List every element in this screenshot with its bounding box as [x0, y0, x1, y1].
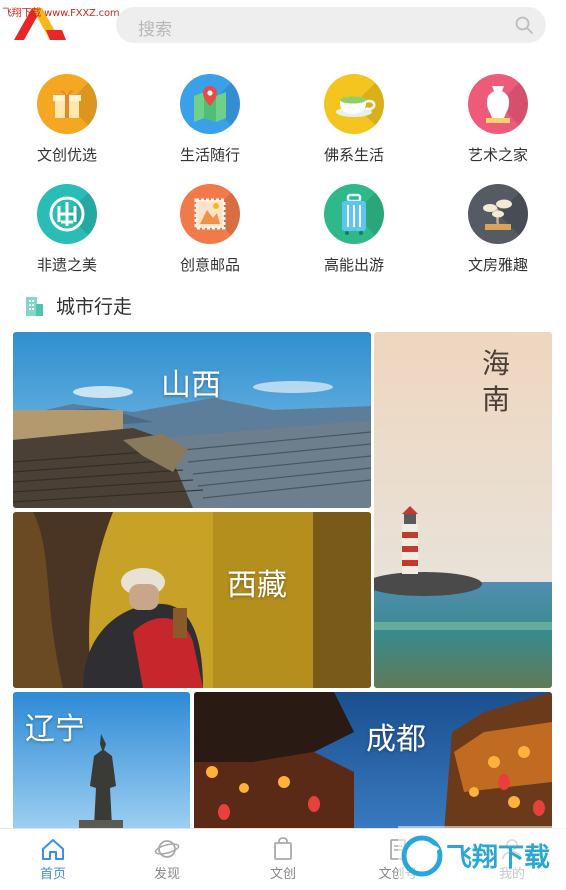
watermark-text: 飞翔下载 www.FXXZ.com: [2, 8, 120, 19]
category-label: 艺术之家: [467, 146, 528, 164]
category-label: 高能出游: [323, 256, 384, 274]
city-name: 辽宁: [25, 712, 85, 747]
section-title: 城市行走: [56, 296, 133, 318]
chengdu-image: [194, 692, 552, 832]
city-card-shanxi[interactable]: 山西: [13, 332, 371, 508]
nav-item-discover[interactable]: 发现: [127, 829, 207, 887]
city-card-chengdu[interactable]: 成都: [194, 692, 552, 832]
nav-item-wenchuang[interactable]: 文创: [243, 829, 323, 887]
nav-label: 文创: [269, 867, 296, 882]
city-name: 西藏: [227, 568, 287, 603]
category-label: 非遗之美: [36, 256, 97, 274]
category-label: 文创优选: [36, 146, 97, 164]
category-label: 生活随行: [179, 146, 240, 164]
search-icon[interactable]: [514, 15, 534, 35]
shanxi-image: [13, 332, 371, 508]
suitcase-icon: [324, 184, 384, 244]
city-name: 海南: [482, 347, 511, 416]
home-icon: [42, 839, 64, 860]
header: 飞翔下载 www.FXXZ.com 搜索: [0, 0, 566, 52]
bonsai-icon: [468, 184, 528, 244]
category-label: 佛系生活: [323, 146, 384, 164]
map-pin-icon: [180, 74, 240, 134]
bag-icon: [274, 837, 292, 860]
planet-icon: [154, 840, 180, 858]
paper-cut-icon: [37, 184, 97, 244]
category-label: 文房雅趣: [467, 256, 528, 274]
category-item-wenchuang[interactable]: 文创优选: [17, 74, 117, 165]
category-item-foxi[interactable]: 佛系生活: [304, 74, 404, 165]
gift-icon: [37, 74, 97, 134]
city-name: 成都: [366, 722, 426, 757]
category-label: 创意邮品: [179, 256, 240, 274]
tea-cup-icon: [324, 74, 384, 134]
category-item-shenghuo[interactable]: 生活随行: [160, 74, 260, 165]
search-bar[interactable]: 搜索: [116, 7, 546, 43]
nav-label: 首页: [39, 867, 66, 882]
city-card-hainan[interactable]: 海南: [374, 332, 552, 688]
category-item-yishu[interactable]: 艺术之家: [448, 74, 548, 165]
city-card-xizang[interactable]: 西藏: [13, 512, 371, 688]
building-icon: [26, 297, 43, 316]
city-card-liaoning[interactable]: 辽宁: [13, 692, 190, 832]
category-item-wenfang[interactable]: 文房雅趣: [448, 184, 548, 275]
city-name: 山西: [161, 368, 221, 403]
category-item-youpin[interactable]: 创意邮品: [160, 184, 260, 275]
category-item-feiyi[interactable]: 非遗之美: [17, 184, 117, 275]
category-item-chuyou[interactable]: 高能出游: [304, 184, 404, 275]
watermark-text: 飞翔下载: [446, 843, 550, 873]
watermark-logo: 飞翔下载: [398, 826, 566, 886]
stamp-icon: [180, 184, 240, 244]
vase-icon: [468, 74, 528, 134]
nav-label: 发现: [153, 867, 180, 882]
nav-item-home[interactable]: 首页: [13, 829, 93, 887]
xizang-image: [13, 512, 371, 688]
search-placeholder: 搜索: [138, 20, 172, 40]
